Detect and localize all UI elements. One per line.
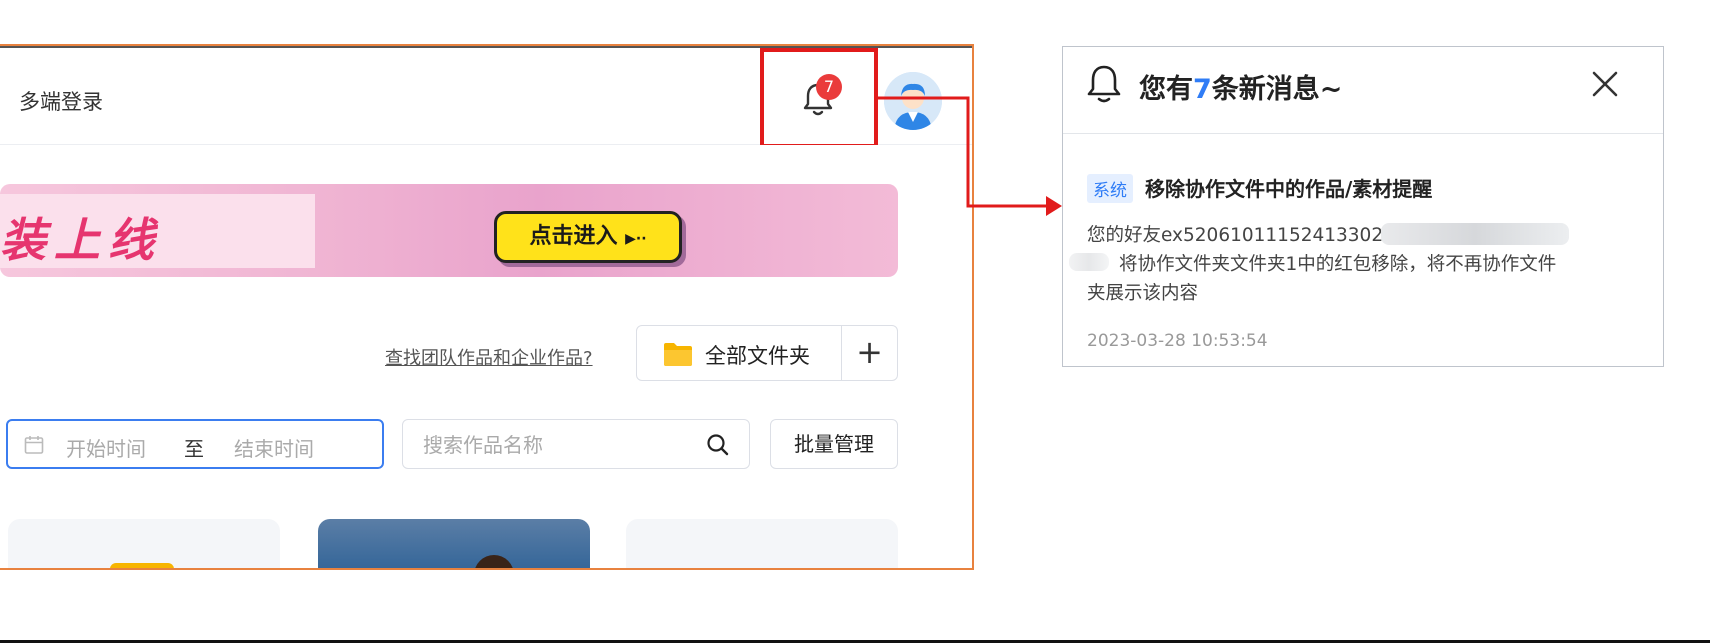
redacted-text [1381, 223, 1569, 245]
notification-panel: 您有7条新消息~ 系统 移除协作文件中的作品/素材提醒 您的好友ex520610… [1062, 46, 1664, 367]
panel-title-suffix: 条新消息~ [1211, 74, 1343, 105]
panel-title-prefix: 您有 [1139, 74, 1193, 105]
message-line-2: 将协作文件夹文件夹1中的红包移除，将不再协作文件 [1119, 254, 1557, 275]
panel-title: 您有7条新消息~ [1139, 67, 1342, 106]
panel-title-count: 7 [1193, 74, 1212, 105]
message-tag: 系统 [1087, 174, 1133, 203]
message-title[interactable]: 移除协作文件中的作品/素材提醒 [1145, 173, 1432, 202]
message-line-3: 夹展示该内容 [1087, 283, 1199, 304]
close-icon[interactable] [1590, 69, 1620, 99]
message-time: 2023-03-28 10:53:54 [1087, 331, 1268, 351]
bell-icon [1087, 65, 1121, 103]
redacted-text [1069, 253, 1109, 271]
panel-header: 您有7条新消息~ [1063, 47, 1663, 134]
